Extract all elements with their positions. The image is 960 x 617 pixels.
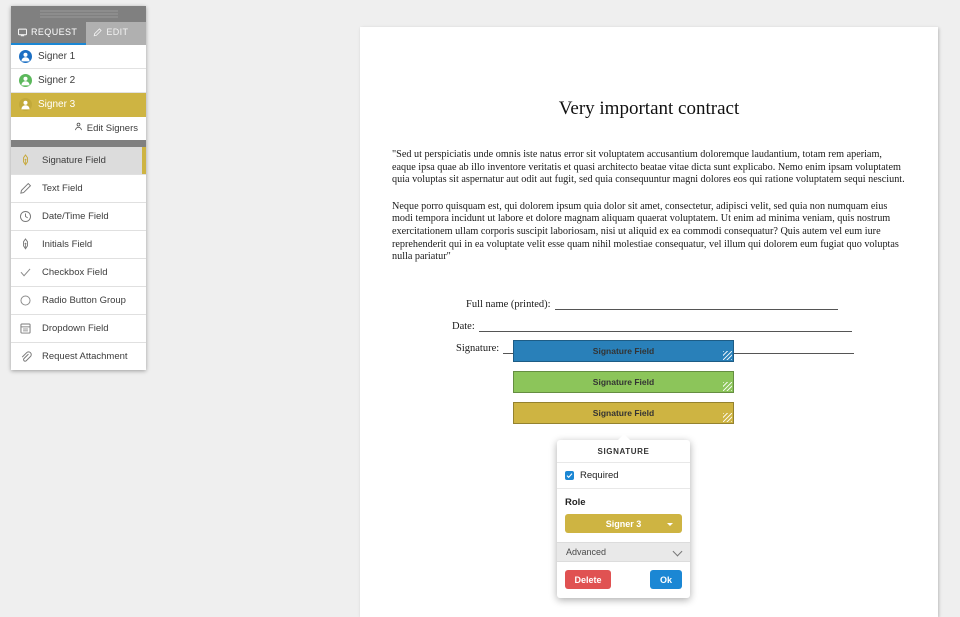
field-item-datetime[interactable]: Date/Time Field xyxy=(11,203,146,231)
delete-button[interactable]: Delete xyxy=(565,570,611,589)
field-item-initials[interactable]: Initials Field xyxy=(11,231,146,259)
advanced-section-toggle[interactable]: Advanced xyxy=(557,542,690,562)
popup-actions: Delete Ok xyxy=(557,562,690,598)
signature-field-label: Signature Field xyxy=(592,407,655,418)
field-type-list: Signature Field Text Field Date/Time Fie… xyxy=(11,147,146,370)
popup-arrow xyxy=(617,434,630,440)
circle-icon xyxy=(19,294,32,307)
full-name-line: Full name (printed): xyxy=(466,298,838,310)
date-label: Date: xyxy=(452,320,475,332)
signer-label: Signer 1 xyxy=(38,51,76,62)
pen-nib-icon xyxy=(19,238,32,251)
person-icon xyxy=(74,122,83,134)
date-line: Date: xyxy=(452,320,852,332)
resize-handle[interactable] xyxy=(723,350,732,360)
field-item-radio[interactable]: Radio Button Group xyxy=(11,287,146,315)
panel-tabs: REQUEST EDIT xyxy=(11,22,146,45)
avatar xyxy=(19,98,32,111)
tool-panel: REQUEST EDIT Signer 1 Signer 2 Signer 3 … xyxy=(11,6,146,370)
chevron-down-icon xyxy=(672,546,683,557)
full-name-rule xyxy=(554,298,838,310)
field-item-checkbox[interactable]: Checkbox Field xyxy=(11,259,146,287)
dropdown-icon xyxy=(19,322,32,335)
signer-list: Signer 1 Signer 2 Signer 3 xyxy=(11,45,146,117)
pen-nib-icon xyxy=(19,154,32,167)
check-icon xyxy=(19,266,32,279)
edit-signers-label: Edit Signers xyxy=(86,122,138,134)
document-paragraph-2: Neque porro quisquam est, qui dolorem ip… xyxy=(392,200,899,263)
signature-field-label: Signature Field xyxy=(592,376,655,387)
monitor-icon xyxy=(18,28,27,37)
signer-label: Signer 2 xyxy=(38,75,76,86)
resize-handle[interactable] xyxy=(723,412,732,422)
tab-request-label: REQUEST xyxy=(31,27,78,37)
signature-field-signer2[interactable]: Signature Field xyxy=(513,370,734,393)
field-item-label: Initials Field xyxy=(42,239,93,250)
tab-request[interactable]: REQUEST xyxy=(11,22,87,45)
advanced-label: Advanced xyxy=(566,547,607,557)
field-item-signature[interactable]: Signature Field xyxy=(11,147,146,175)
full-name-label: Full name (printed): xyxy=(466,298,551,310)
signature-field-label: Signature Field xyxy=(592,345,655,356)
clock-icon xyxy=(19,210,32,223)
field-item-label: Checkbox Field xyxy=(42,267,108,278)
ok-button[interactable]: Ok xyxy=(650,570,682,589)
field-settings-popup: SIGNATURE Required Role Signer 3 Advance… xyxy=(557,434,690,598)
role-value: Signer 3 xyxy=(605,518,642,529)
required-checkbox-row[interactable]: Required xyxy=(557,463,690,489)
signer-item-2[interactable]: Signer 2 xyxy=(11,69,146,93)
field-item-label: Date/Time Field xyxy=(42,211,109,222)
signature-field-signer1[interactable]: Signature Field xyxy=(513,339,734,362)
date-rule xyxy=(478,320,852,332)
field-item-label: Dropdown Field xyxy=(42,323,109,334)
edit-signers-button[interactable]: Edit Signers xyxy=(11,117,146,140)
chevron-down-icon xyxy=(667,522,673,526)
pencil-icon xyxy=(19,182,32,195)
role-label: Role xyxy=(565,497,586,508)
document-title: Very important contract xyxy=(558,98,740,119)
avatar xyxy=(19,50,32,63)
field-item-label: Request Attachment xyxy=(42,351,128,362)
tab-edit-label: EDIT xyxy=(106,27,129,37)
signer-label: Signer 3 xyxy=(38,99,76,110)
grip-lines-icon xyxy=(39,9,118,20)
signer-item-1[interactable]: Signer 1 xyxy=(11,45,146,69)
signature-field-signer3[interactable]: Signature Field xyxy=(513,401,734,424)
signature-label: Signature: xyxy=(456,342,500,354)
field-item-label: Text Field xyxy=(42,183,83,194)
pencil-icon xyxy=(93,28,103,37)
popup-title: SIGNATURE xyxy=(557,440,690,463)
panel-drag-handle[interactable] xyxy=(11,6,146,22)
signer-item-3[interactable]: Signer 3 xyxy=(11,93,146,117)
field-item-text[interactable]: Text Field xyxy=(11,175,146,203)
required-label: Required xyxy=(580,470,619,481)
field-item-dropdown[interactable]: Dropdown Field xyxy=(11,315,146,343)
tab-edit[interactable]: EDIT xyxy=(86,22,138,43)
document-paragraph-1: "Sed ut perspiciatis unde omnis iste nat… xyxy=(392,149,905,186)
avatar xyxy=(19,74,32,87)
checkbox-checked-icon[interactable] xyxy=(565,471,574,480)
field-item-attachment[interactable]: Request Attachment xyxy=(11,343,146,370)
role-select-button[interactable]: Signer 3 xyxy=(565,514,682,533)
paperclip-icon xyxy=(19,350,32,363)
field-item-label: Signature Field xyxy=(42,155,106,166)
resize-handle[interactable] xyxy=(723,381,732,391)
field-item-label: Radio Button Group xyxy=(42,295,126,306)
panel-divider xyxy=(11,140,146,147)
